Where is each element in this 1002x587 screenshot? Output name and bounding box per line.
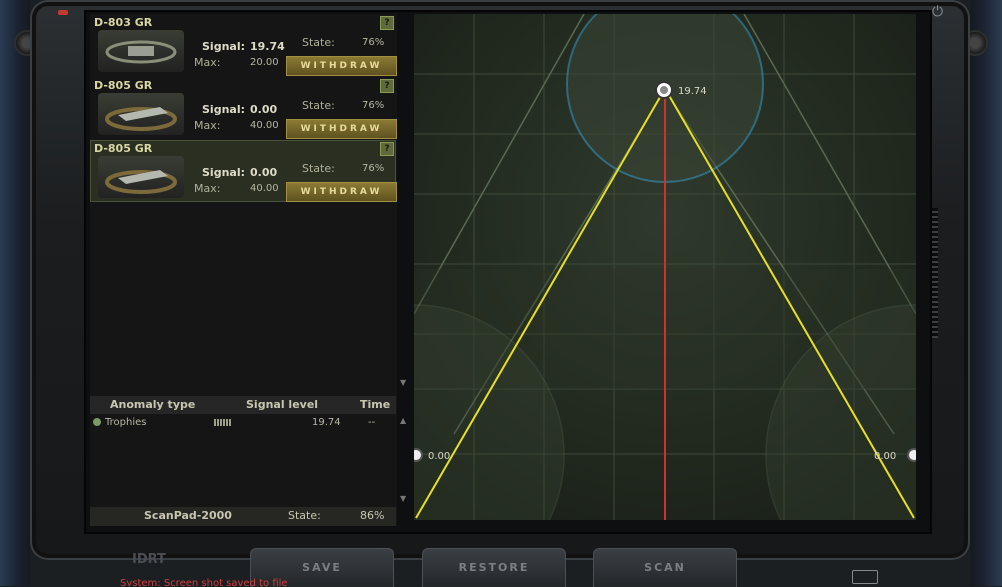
anomaly-time: -- — [368, 417, 376, 428]
withdraw-button[interactable]: WITHDRAW — [286, 182, 397, 202]
power-icon[interactable]: ⏻ — [932, 4, 948, 20]
scroll-down-icon[interactable]: ▼ — [400, 378, 410, 387]
state-label: State: — [302, 162, 335, 175]
scan-button[interactable]: SCAN — [593, 548, 737, 587]
drone-item-selected[interactable]: D-805 GR ? Signal: 0.00 Max: 40.00 State… — [90, 140, 397, 202]
radar-left-value: 0.00 — [428, 451, 450, 462]
device-state-value: 86% — [360, 509, 385, 522]
signal-label: Signal: — [202, 166, 245, 179]
state-value: 76% — [362, 37, 385, 48]
state-value: 76% — [362, 100, 385, 111]
max-label: Max: — [194, 182, 221, 195]
device-status-bar: ScanPad-2000 State: 86% — [90, 507, 396, 526]
withdraw-button[interactable]: WITHDRAW — [286, 56, 397, 76]
state-label: State: — [302, 99, 335, 112]
drone-name: D-805 GR — [94, 142, 153, 155]
signal-bars-icon — [214, 419, 232, 426]
drone-panel: D-803 GR ? Signal: 19.74 Max: 20.00 Stat… — [90, 14, 397, 526]
column-header-type: Anomaly type — [110, 398, 196, 411]
scroll-up-icon[interactable]: ▲ — [400, 416, 410, 425]
marker-right-icon — [907, 448, 921, 462]
anomaly-dot-icon — [93, 418, 101, 426]
battery-icon — [852, 570, 878, 584]
brand-logo: IDRT — [132, 552, 166, 567]
max-label: Max: — [194, 119, 221, 132]
withdraw-button[interactable]: WITHDRAW — [286, 119, 397, 139]
signal-value: 19.74 — [250, 40, 285, 53]
drone-image — [98, 93, 184, 135]
restore-button[interactable]: RESTORE — [422, 548, 566, 587]
right-frame-edge — [970, 0, 1002, 586]
drone-item[interactable]: D-805 GR ? Signal: 0.00 Max: 40.00 State… — [90, 77, 397, 139]
anomaly-table-header: Anomaly type Signal level Time — [90, 396, 396, 414]
help-icon[interactable]: ? — [380, 79, 394, 93]
scroll-down-icon[interactable]: ▼ — [400, 494, 410, 503]
signal-value: 0.00 — [250, 103, 278, 116]
column-header-time: Time — [360, 398, 391, 411]
anomaly-type: Trophies — [105, 417, 147, 428]
marker-left-icon — [409, 448, 423, 462]
drone-item[interactable]: D-803 GR ? Signal: 19.74 Max: 20.00 Stat… — [90, 14, 397, 76]
column-header-signal: Signal level — [246, 398, 319, 411]
max-value: 20.00 — [250, 57, 279, 68]
max-label: Max: — [194, 56, 221, 69]
drone-marker-core — [660, 86, 668, 94]
signal-label: Signal: — [202, 40, 245, 53]
radar-right-value: 0.00 — [874, 451, 896, 462]
signal-value: 0.00 — [250, 166, 278, 179]
drone-name: D-805 GR — [94, 79, 153, 92]
drone-image — [98, 156, 184, 198]
signal-label: Signal: — [202, 103, 245, 116]
state-value: 76% — [362, 163, 385, 174]
drone-name: D-803 GR — [94, 16, 153, 29]
max-value: 40.00 — [250, 183, 279, 194]
help-icon[interactable]: ? — [380, 142, 394, 156]
max-value: 40.00 — [250, 120, 279, 131]
device-name: ScanPad-2000 — [144, 509, 232, 522]
radar-display: 19.74 0.00 0.00 — [263, 0, 1002, 587]
help-icon[interactable]: ? — [380, 16, 394, 30]
system-message: System: Screen shot saved to file — [120, 578, 288, 586]
drone-image — [98, 30, 184, 72]
table-row[interactable]: Trophies 19.74 -- — [90, 415, 396, 431]
device-state-label: State: — [288, 509, 321, 522]
power-led — [58, 10, 68, 15]
radar-top-value: 19.74 — [678, 86, 707, 97]
left-frame-edge — [0, 0, 30, 586]
signal-level: 19.74 — [312, 417, 341, 428]
state-label: State: — [302, 36, 335, 49]
